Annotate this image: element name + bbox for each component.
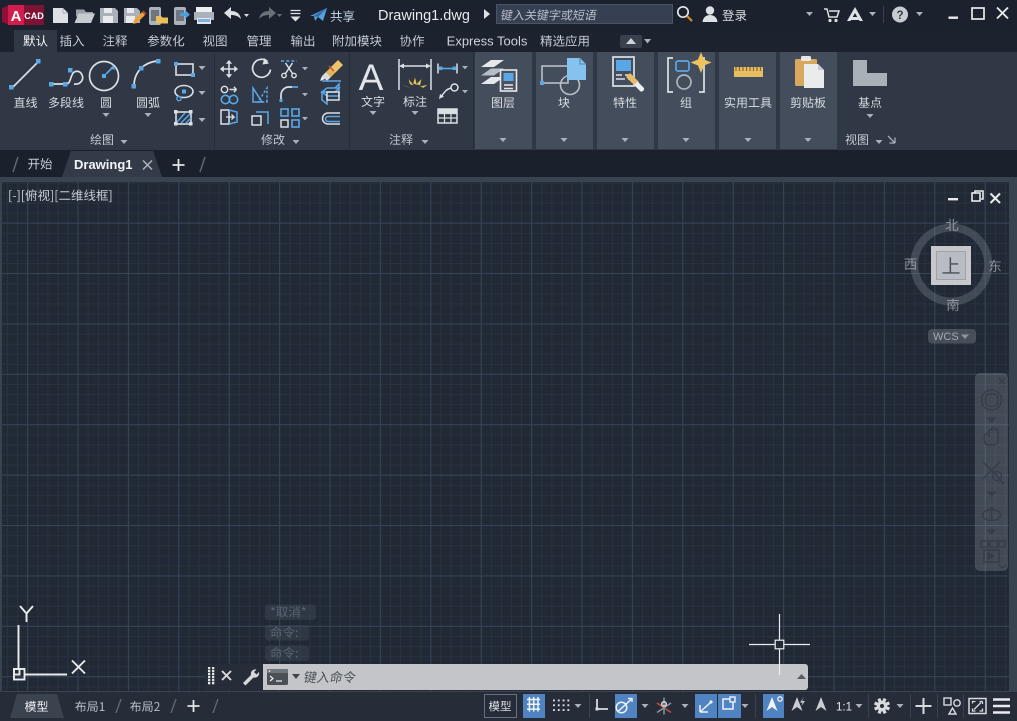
- svg-text:A: A: [359, 57, 384, 98]
- svg-text:Drawing1.dwg: Drawing1.dwg: [378, 8, 470, 24]
- svg-text:Express Tools: Express Tools: [447, 34, 528, 49]
- svg-text:1:1: 1:1: [836, 702, 852, 714]
- svg-text:CAD: CAD: [24, 11, 44, 21]
- svg-text:A: A: [11, 8, 22, 25]
- svg-text:Drawing1: Drawing1: [74, 157, 133, 172]
- svg-text:WCS: WCS: [933, 331, 959, 343]
- svg-text:?: ?: [896, 10, 903, 22]
